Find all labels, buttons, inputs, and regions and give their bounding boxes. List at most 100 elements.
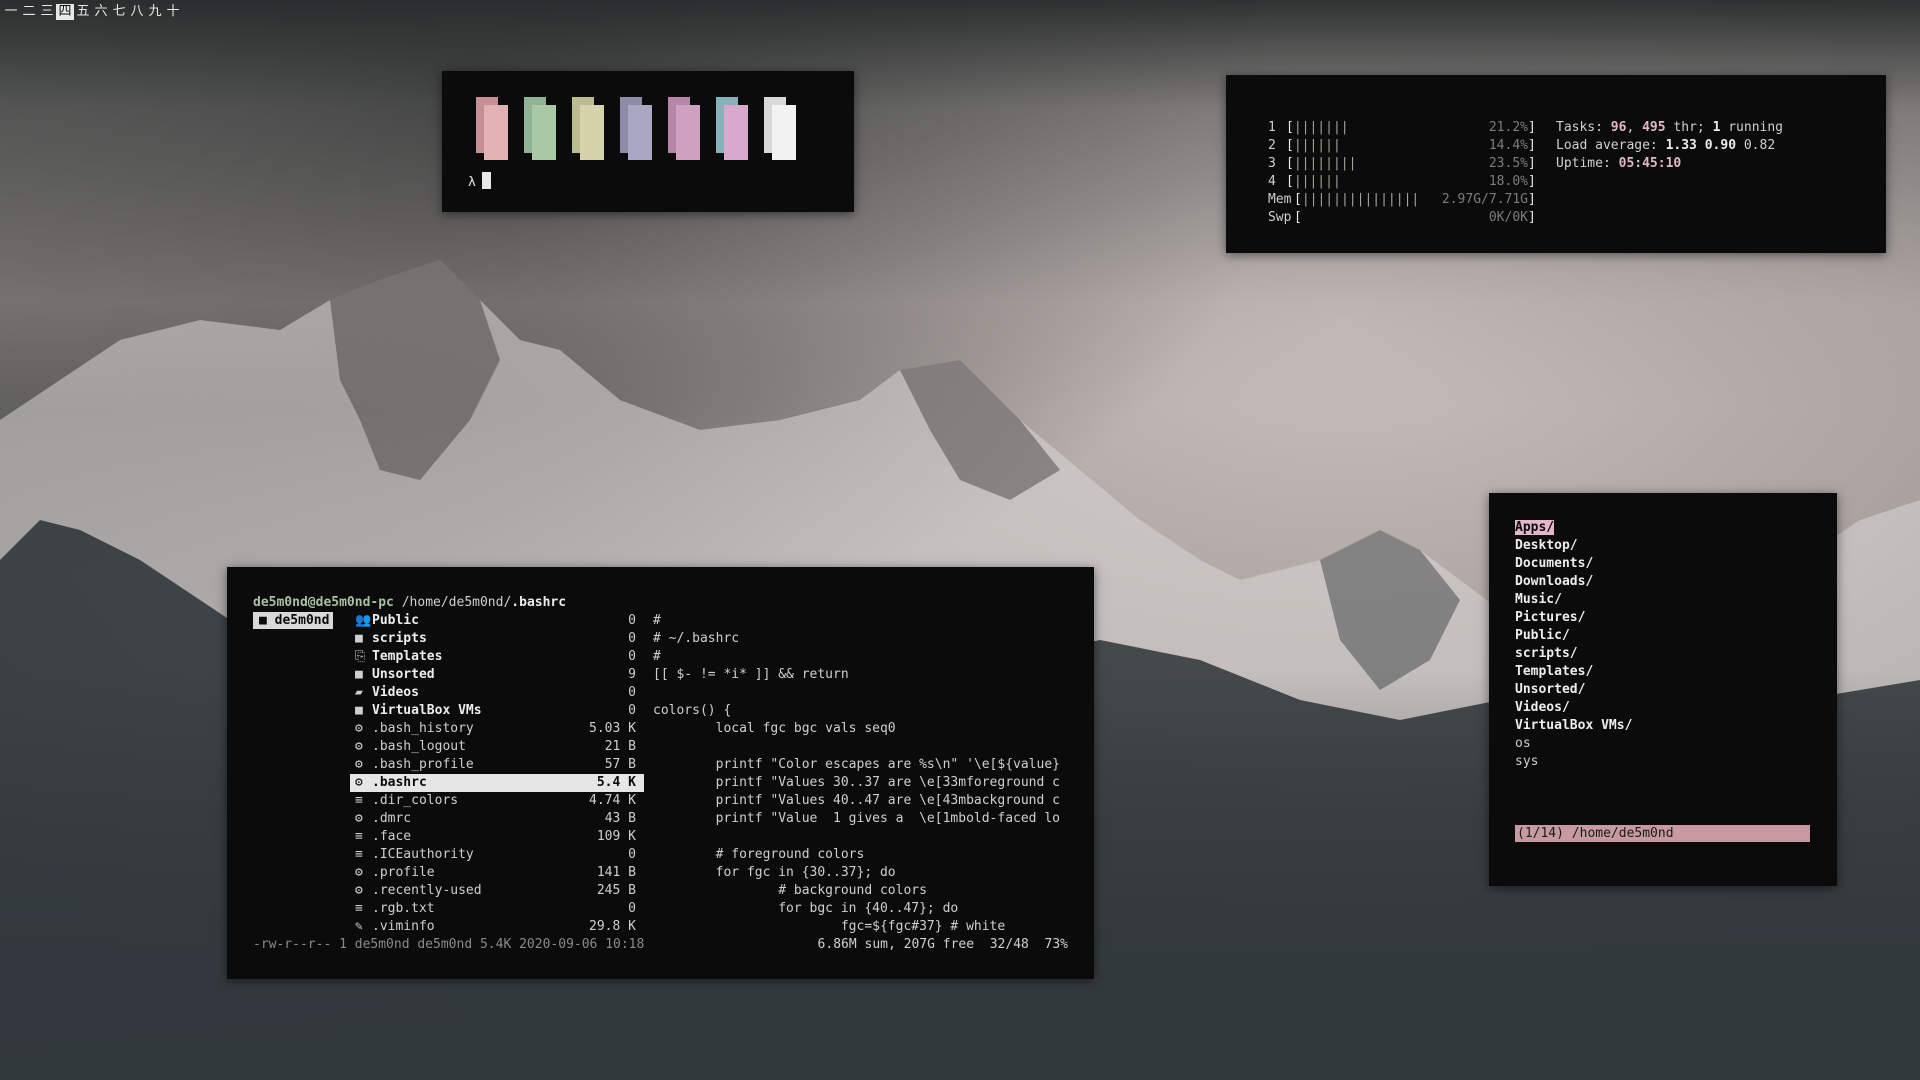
file-row[interactable]: ■ scripts 0	[350, 630, 644, 648]
bracket: ]	[1528, 210, 1536, 225]
file-name: .face	[372, 829, 412, 844]
file-list[interactable]: 👥 Public 0 ■ scripts 0 ⎘ Templates 0 ■ Unsorted 9 ▰ V…	[350, 612, 644, 936]
directory-item[interactable]: Pictures/	[1515, 609, 1632, 627]
folder-icon: ■	[259, 613, 275, 628]
preview-line: [[ $- != *i* ]] && return	[653, 667, 849, 682]
shell-prompt[interactable]: λ	[468, 172, 491, 192]
workspace-8[interactable]: 八	[128, 4, 146, 20]
disk-status: 6.86M sum, 207G free 32/48 73%	[817, 937, 1068, 952]
file-name: Videos	[372, 685, 419, 700]
prompt-symbol: λ	[468, 175, 476, 190]
color-swatch	[764, 97, 796, 160]
swap-meter: Swp[0K/0K]	[1268, 209, 1536, 227]
directory-list[interactable]: Apps/Desktop/Documents/Downloads/Music/P…	[1515, 519, 1632, 771]
file-name: .bashrc	[372, 775, 427, 790]
directory-item[interactable]: Templates/	[1515, 663, 1632, 681]
parent-directory-column[interactable]: ■ de5m0nd	[253, 612, 333, 629]
text-file-icon: ≡	[355, 901, 363, 916]
directory-item[interactable]: Videos/	[1515, 699, 1632, 717]
directory-item[interactable]: Unsorted/	[1515, 681, 1632, 699]
directory-item-selected[interactable]: Apps/	[1515, 519, 1632, 537]
file-name: Templates	[372, 649, 443, 664]
file-size: 245 B	[596, 883, 636, 898]
file-preview: # # ~/.bashrc # [[ $- != *i* ]] && return co…	[653, 612, 1081, 936]
directory-item[interactable]: Downloads/	[1515, 573, 1632, 591]
file-name: .dir_colors	[372, 793, 459, 808]
text-cursor	[481, 172, 491, 189]
workspace-1[interactable]: 一	[2, 4, 20, 20]
file-name: .recently-used	[372, 883, 482, 898]
directory-item[interactable]: Public/	[1515, 627, 1632, 645]
directory-picker-terminal[interactable]: Apps/Desktop/Documents/Downloads/Music/P…	[1489, 493, 1837, 886]
vim-icon: ✎	[355, 919, 363, 934]
file-row[interactable]: ≡ .ICEauthority 0	[350, 846, 644, 864]
workspace-10[interactable]: 十	[164, 4, 182, 20]
file-row[interactable]: ■ VirtualBox VMs 0	[350, 702, 644, 720]
file-row[interactable]: ▰ Videos 0	[350, 684, 644, 702]
workspace-9[interactable]: 九	[146, 4, 164, 20]
htop-terminal[interactable]: 1 [||||||| 21.2%] 2 [|||||| 14.4%] 3 [|||||||| 2…	[1226, 75, 1886, 253]
parent-selected-dir[interactable]: ■ de5m0nd	[253, 612, 333, 629]
file-size: 0	[628, 685, 636, 700]
palette-terminal[interactable]: λ	[442, 71, 854, 212]
preview-line	[653, 684, 1081, 702]
directory-item[interactable]: Music/	[1515, 591, 1632, 609]
directory-item[interactable]: Documents/	[1515, 555, 1632, 573]
file-name: .dmrc	[372, 811, 412, 826]
file-row[interactable]: ⚙ .dmrc 43 B	[350, 810, 644, 828]
workspace-5[interactable]: 五	[74, 4, 92, 20]
file-row[interactable]: ⚙ .profile 141 B	[350, 864, 644, 882]
file-size: 43 B	[604, 811, 636, 826]
swatch-bright	[628, 105, 652, 160]
file-row[interactable]: ⎘ Templates 0	[350, 648, 644, 666]
workspace-2[interactable]: 二	[20, 4, 38, 20]
file-row-selected[interactable]: ⚙ .bashrc 5.4 K	[350, 774, 644, 792]
file-row[interactable]: ⚙ .recently-used 245 B	[350, 882, 644, 900]
directory-item[interactable]: Desktop/	[1515, 537, 1632, 555]
preview-line: printf "Values 40..47 are \e[43mbackgrou…	[653, 793, 1060, 808]
color-swatch	[572, 97, 604, 160]
file-row[interactable]: ⚙ .bash_logout 21 B	[350, 738, 644, 756]
file-row[interactable]: ■ Unsorted 9	[350, 666, 644, 684]
directory-item[interactable]: VirtualBox VMs/	[1515, 717, 1632, 735]
color-swatch	[476, 97, 508, 160]
file-row[interactable]: ≡ .rgb.txt 0	[350, 900, 644, 918]
file-size: 0	[628, 847, 636, 862]
bracket: ]	[1528, 120, 1536, 135]
directory-item[interactable]: sys	[1515, 753, 1632, 771]
meter-value: 2.97G/7.71G	[1441, 192, 1528, 207]
file-row[interactable]: ⚙ .bash_profile 57 B	[350, 756, 644, 774]
file-row[interactable]: ✎ .viminfo 29.8 K	[350, 918, 644, 936]
swatch-bright	[580, 105, 604, 160]
file-size: 4.74 K	[589, 793, 636, 808]
file-size: 0	[628, 703, 636, 718]
gear-icon: ⚙	[355, 721, 363, 736]
gear-icon: ⚙	[355, 775, 363, 790]
directory-name: Documents/	[1515, 556, 1594, 571]
bracket: ]	[1528, 156, 1536, 171]
meter-value: 14.4%	[1488, 138, 1528, 153]
workspace-3[interactable]: 三	[38, 4, 56, 20]
directory-item[interactable]: scripts/	[1515, 645, 1632, 663]
tasks-line: Tasks: 96, 495 thr; 1 running	[1556, 120, 1784, 135]
ranger-file-manager[interactable]: de5m0nd@de5m0nd-pc /home/de5m0nd/.bashrc…	[227, 567, 1094, 979]
directory-name: Downloads/	[1515, 574, 1594, 589]
text-file-icon: ≡	[355, 793, 363, 808]
file-row[interactable]: 👥 Public 0	[350, 612, 644, 630]
file-size: 141 B	[596, 865, 636, 880]
workspace-4[interactable]: 四	[56, 4, 74, 20]
file-row[interactable]: ≡ .face 109 K	[350, 828, 644, 846]
file-row[interactable]: ≡ .dir_colors 4.74 K	[350, 792, 644, 810]
video-icon: ▰	[355, 685, 363, 700]
workspace-6[interactable]: 六	[92, 4, 110, 20]
gear-icon: ⚙	[355, 811, 363, 826]
directory-item[interactable]: os	[1515, 735, 1632, 753]
workspace-7[interactable]: 七	[110, 4, 128, 20]
gear-icon: ⚙	[355, 757, 363, 772]
swatch-bright	[676, 105, 700, 160]
preview-line: #	[653, 613, 661, 628]
directory-name: Apps/	[1515, 520, 1555, 535]
directory-name: scripts/	[1515, 646, 1578, 661]
file-row[interactable]: ⚙ .bash_history 5.03 K	[350, 720, 644, 738]
file-size: 9	[628, 667, 636, 682]
